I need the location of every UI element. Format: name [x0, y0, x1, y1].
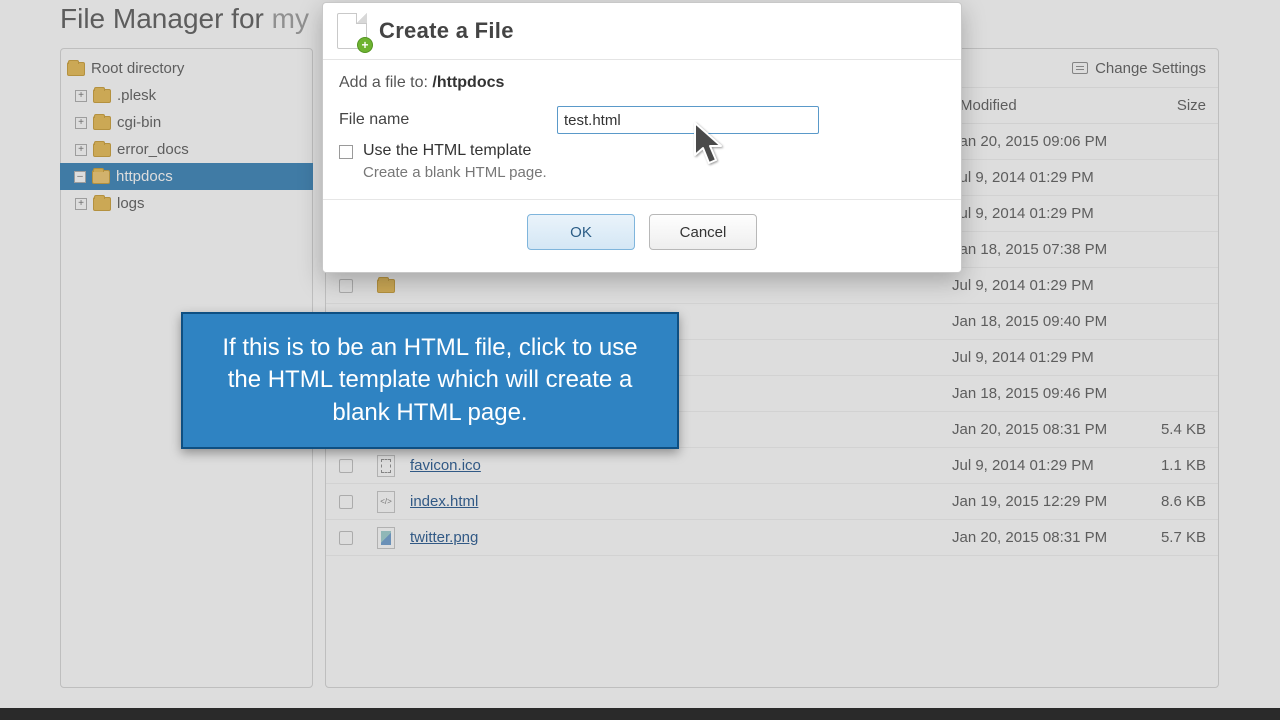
row-checkbox[interactable]	[339, 531, 353, 545]
file-modified: Jan 20, 2015 08:31 PM	[952, 421, 1132, 438]
expand-toggle-icon[interactable]: +	[75, 144, 87, 156]
plus-badge-icon: +	[358, 38, 372, 52]
file-modified: Jan 19, 2015 12:29 PM	[952, 493, 1132, 510]
dialog-subtext: Add a file to: /httpdocs	[339, 74, 945, 92]
col-size[interactable]: Size	[1132, 97, 1212, 114]
row-checkbox[interactable]	[339, 279, 353, 293]
page: File Manager for my Root directory + .ples…	[0, 0, 1280, 720]
folder-icon	[93, 89, 111, 103]
file-modified: Jul 9, 2014 01:29 PM	[952, 277, 1132, 294]
settings-icon	[1072, 62, 1088, 74]
ok-button[interactable]: OK	[527, 214, 635, 250]
tree-item-label: cgi-bin	[117, 114, 306, 131]
tree-item-error-docs[interactable]: + error_docs	[61, 136, 312, 163]
expand-toggle-icon[interactable]: +	[75, 117, 87, 129]
file-type-icon	[377, 527, 395, 549]
file-name-link[interactable]: twitter.png	[406, 529, 952, 546]
filename-input[interactable]	[557, 106, 819, 134]
folder-icon	[93, 197, 111, 211]
dialog-title: Create a File	[379, 18, 514, 44]
cancel-button[interactable]: Cancel	[649, 214, 757, 250]
file-modified: Jan 20, 2015 08:31 PM	[952, 529, 1132, 546]
tree-item-logs[interactable]: + logs	[61, 190, 312, 217]
file-modified: Jul 9, 2014 01:29 PM	[952, 205, 1132, 222]
new-file-icon: +	[337, 13, 367, 49]
file-name-link[interactable]: favicon.ico	[406, 457, 952, 474]
file-type-icon	[377, 279, 395, 293]
title-prefix: File Manager for	[60, 3, 272, 34]
file-size: 8.6 KB	[1132, 493, 1212, 510]
expand-toggle-icon[interactable]: –	[74, 171, 86, 183]
tree-item-label: .plesk	[117, 87, 306, 104]
tree-item-cgi-bin[interactable]: + cgi-bin	[61, 109, 312, 136]
file-modified: Jul 9, 2014 01:29 PM	[952, 169, 1132, 186]
file-modified: Jul 9, 2014 01:29 PM	[952, 349, 1132, 366]
row-checkbox[interactable]	[339, 459, 353, 473]
html-template-label[interactable]: Use the HTML template	[363, 142, 547, 160]
tree-item-httpdocs[interactable]: – httpdocs	[60, 163, 313, 190]
html-template-checkbox[interactable]	[339, 145, 353, 159]
file-size: 5.4 KB	[1132, 421, 1212, 438]
file-type-icon	[377, 455, 395, 477]
file-modified: Jan 18, 2015 09:40 PM	[952, 313, 1132, 330]
change-settings-button[interactable]: Change Settings	[1072, 60, 1206, 77]
folder-icon	[93, 143, 111, 157]
tree-item--plesk[interactable]: + .plesk	[61, 82, 312, 109]
instruction-callout: If this is to be an HTML file, click to …	[181, 312, 679, 449]
filename-label: File name	[339, 111, 539, 129]
file-modified: Jan 18, 2015 09:46 PM	[952, 385, 1132, 402]
tree-item-label: httpdocs	[116, 168, 307, 185]
row-checkbox[interactable]	[339, 495, 353, 509]
expand-toggle-icon[interactable]: +	[75, 90, 87, 102]
title-domain: my	[272, 3, 309, 34]
change-settings-label: Change Settings	[1095, 60, 1206, 77]
expand-toggle-icon[interactable]: +	[75, 198, 87, 210]
tree-item-label: logs	[117, 195, 306, 212]
file-size: 5.7 KB	[1132, 529, 1212, 546]
tree-root[interactable]: Root directory	[61, 55, 312, 82]
file-size: 1.1 KB	[1132, 457, 1212, 474]
col-modified[interactable]: Modified	[952, 97, 1132, 114]
file-modified: Jul 9, 2014 01:29 PM	[952, 457, 1132, 474]
table-row[interactable]: index.htmlJan 19, 2015 12:29 PM8.6 KB	[326, 484, 1218, 520]
file-modified: Jan 18, 2015 07:38 PM	[952, 241, 1132, 258]
create-file-dialog: + Create a File Add a file to: /httpdocs…	[322, 2, 962, 273]
table-row[interactable]: twitter.pngJan 20, 2015 08:31 PM5.7 KB	[326, 520, 1218, 556]
folder-icon	[93, 116, 111, 130]
folder-icon	[92, 170, 110, 184]
table-row[interactable]: Jul 9, 2014 01:29 PM	[326, 268, 1218, 304]
html-template-desc: Create a blank HTML page.	[363, 164, 547, 181]
file-modified: Jan 20, 2015 09:06 PM	[952, 133, 1132, 150]
file-name-link[interactable]: index.html	[406, 493, 952, 510]
folder-icon	[67, 62, 85, 76]
table-row[interactable]: favicon.icoJul 9, 2014 01:29 PM1.1 KB	[326, 448, 1218, 484]
tree-item-label: error_docs	[117, 141, 306, 158]
footer-bar	[0, 708, 1280, 720]
page-title: File Manager for my	[60, 3, 309, 35]
file-type-icon	[377, 491, 395, 513]
